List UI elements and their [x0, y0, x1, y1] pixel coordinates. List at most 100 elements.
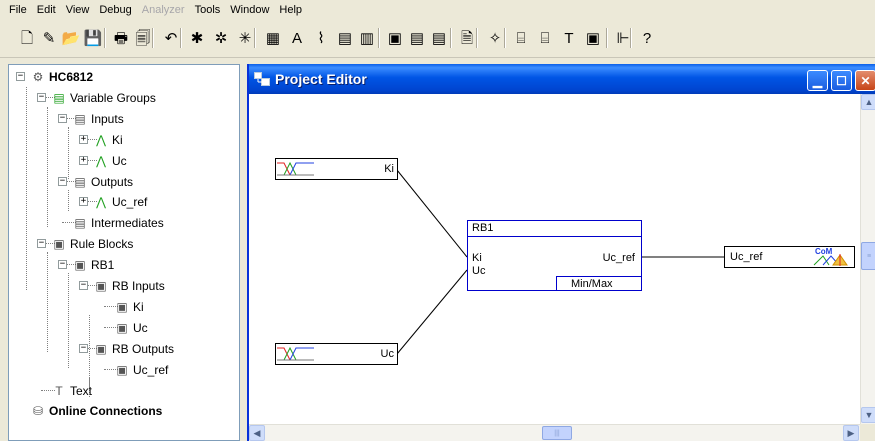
rule-block-name: RB1 [472, 222, 494, 234]
wizard-icon: ✎ [42, 29, 56, 47]
tree-node-rule-blocks[interactable]: Rule Blocks [70, 237, 133, 251]
wizard-button[interactable]: ✎ [38, 25, 60, 51]
vertical-scrollbar[interactable]: ▲ ≡ ▼ [860, 94, 875, 424]
menu-window[interactable]: Window [225, 0, 274, 20]
menu-debug[interactable]: Debug [94, 0, 136, 20]
save-disk-button[interactable]: 💾 [82, 25, 104, 51]
print-preview-icon: 🗐 [135, 29, 151, 47]
tree-node-rb1[interactable]: RB1 [91, 258, 114, 272]
menu-file[interactable]: File [4, 0, 32, 20]
properties-button[interactable]: 🗎 [456, 25, 478, 51]
hci-button[interactable]: ▤ [406, 25, 428, 51]
menu-help[interactable]: Help [274, 0, 307, 20]
variable-box-uc-ref[interactable]: Uc_ref CoM [724, 246, 855, 268]
frame-button[interactable]: ▣ [384, 25, 406, 51]
vertical-scroll-thumb[interactable]: ≡ [861, 242, 875, 270]
scroll-left-button[interactable]: ◀ [249, 425, 265, 441]
print-button[interactable]: 🖶 [110, 25, 132, 51]
text-tool-button[interactable]: T [558, 25, 580, 51]
tree-node-rb-inputs[interactable]: RB Inputs [112, 279, 165, 293]
debug-bug2-icon: ✲ [214, 29, 228, 47]
analyze-button[interactable]: ⌸ [510, 25, 532, 51]
menu-bar: File Edit View Debug Analyzer Tools Window Help [0, 0, 875, 20]
collapse-icon[interactable]: − [58, 260, 67, 270]
tree-node-ki[interactable]: Ki [112, 133, 123, 147]
bar-chart-button[interactable]: ▥ [356, 25, 378, 51]
rule-block-input-ki: Ki [472, 252, 482, 264]
collapse-icon[interactable]: − [79, 281, 88, 290]
maximize-button[interactable]: ☐ [831, 70, 852, 91]
debug-bug2-button[interactable]: ✲ [210, 25, 232, 51]
collapse-icon[interactable]: − [37, 92, 46, 102]
membership-function-icon [277, 161, 314, 176]
scroll-up-button[interactable]: ▲ [861, 94, 875, 110]
horizontal-scrollbar[interactable]: ◀ ||| ▶ [249, 424, 860, 441]
grid-button[interactable]: ▤ [334, 25, 356, 51]
tree-node-intermediates[interactable]: Intermediates [91, 216, 164, 230]
tree-node-ki[interactable]: Ki [133, 300, 144, 314]
project-tree[interactable]: − ⚙ HC6812− ▤ Variable Groups − ▤ Inputs + ⋀ Ki + ⋀ U… [8, 64, 240, 441]
expand-icon[interactable]: + [79, 155, 88, 165]
collapse-icon[interactable]: − [16, 72, 25, 81]
variable-label-uc: Uc [380, 348, 394, 360]
tree-node-uc[interactable]: Uc [112, 154, 127, 168]
collapse-icon[interactable]: − [37, 239, 46, 249]
rule-block-divider [468, 236, 641, 237]
editor-title-bar[interactable]: Project Editor ▁ ☐ ✕ [249, 64, 875, 94]
variables-button[interactable]: ⌸ [534, 25, 556, 51]
toolbar-separator [606, 28, 608, 48]
rule-block-rb1[interactable]: RB1 Ki Uc Uc_ref Min/Max [467, 220, 642, 291]
project-editor-window: Project Editor ▁ ☐ ✕ Ki Uc RB1 Ki Uc Uc_… [247, 64, 875, 441]
tree-node-uc-ref[interactable]: Uc_ref [133, 363, 168, 377]
curve-button[interactable]: ⌇ [310, 25, 332, 51]
print-preview-button[interactable]: 🗐 [132, 25, 154, 51]
editor-canvas[interactable]: Ki Uc RB1 Ki Uc Uc_ref Min/Max Uc_ref Co… [249, 94, 860, 424]
tree-node-online-connections[interactable]: Online Connections [49, 404, 162, 418]
tree-node-uc-ref[interactable]: Uc_ref [112, 195, 147, 209]
tree-guide-line [68, 127, 69, 179]
debug-bug3-icon: ✳ [238, 29, 252, 47]
menu-tools[interactable]: Tools [190, 0, 226, 20]
star-tool-button[interactable]: ✧ [484, 25, 506, 51]
variable-groups-icon: ▤ [53, 90, 65, 105]
collapse-icon[interactable]: − [58, 176, 67, 186]
tree-node-variable-groups[interactable]: Variable Groups [70, 91, 156, 105]
table-icon: ▦ [265, 29, 281, 47]
operator-box[interactable]: Min/Max [556, 276, 642, 291]
monitor-button[interactable]: ▣ [582, 25, 604, 51]
variable-box-uc[interactable]: Uc [275, 343, 398, 365]
help-button[interactable]: ? [636, 25, 658, 51]
debug-bug-button[interactable]: ✱ [186, 25, 208, 51]
tree-node-rb-outputs[interactable]: RB Outputs [112, 342, 174, 356]
tree-guide-line [68, 190, 69, 211]
scroll-down-button[interactable]: ▼ [861, 407, 875, 423]
minimize-icon: ▁ [812, 73, 823, 88]
tree-node-uc[interactable]: Uc [133, 321, 148, 335]
tree-node-inputs[interactable]: Inputs [91, 112, 124, 126]
collapse-icon[interactable]: − [79, 343, 88, 353]
menu-view[interactable]: View [61, 0, 95, 20]
open-folder-button[interactable]: 📂 [60, 25, 82, 51]
project-editor-icon [254, 72, 270, 86]
rule-blocks-icon: ▣ [53, 237, 65, 252]
minimize-button[interactable]: ▁ [807, 70, 828, 91]
variable-box-ki[interactable]: Ki [275, 158, 398, 180]
scroll-right-button[interactable]: ▶ [843, 425, 859, 441]
expand-icon[interactable]: + [79, 197, 88, 207]
text-button[interactable]: A [286, 25, 308, 51]
tree-node-text[interactable]: Text [70, 384, 92, 398]
close-button[interactable]: ✕ [855, 70, 875, 91]
expand-icon[interactable]: + [79, 134, 88, 144]
new-file-button[interactable]: 🗋 [16, 25, 38, 51]
hci2-button[interactable]: ▤ [428, 25, 450, 51]
menu-edit[interactable]: Edit [32, 0, 61, 20]
horizontal-scroll-thumb[interactable]: ||| [542, 426, 572, 440]
menu-analyzer[interactable]: Analyzer [137, 0, 190, 20]
properties-icon: 🗎 [460, 29, 474, 47]
undo-button[interactable]: ↶ [160, 25, 182, 51]
tree-node-outputs[interactable]: Outputs [91, 175, 133, 189]
tree-node-hc6812[interactable]: HC6812 [49, 70, 93, 84]
table-button[interactable]: ▦ [262, 25, 284, 51]
collapse-icon[interactable]: − [58, 113, 67, 123]
debug-bug3-button[interactable]: ✳ [234, 25, 256, 51]
